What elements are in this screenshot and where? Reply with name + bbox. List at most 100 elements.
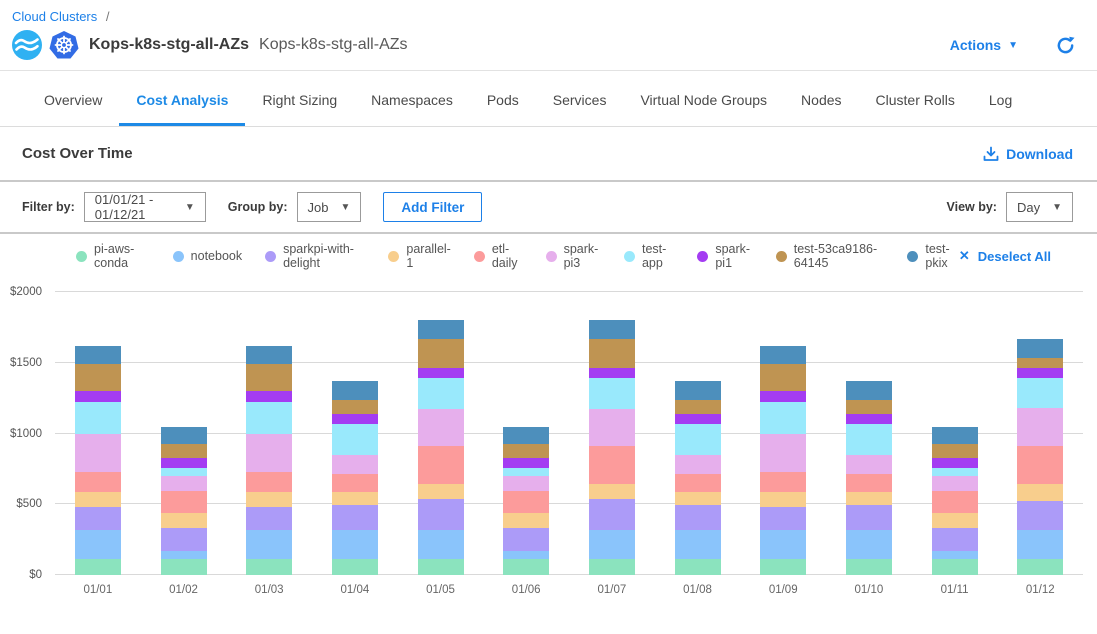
bar-segment-pi-aws-conda	[75, 559, 121, 575]
bar-segment-pi-aws-conda	[161, 559, 207, 575]
bar-segment-etl-daily	[418, 446, 464, 484]
refresh-icon[interactable]	[1056, 36, 1075, 55]
bar-segment-parallel-1	[846, 492, 892, 505]
bar-segment-etl-daily	[75, 472, 121, 492]
cost-over-time-chart: $0$500$1000$1500$2000 01/0101/0201/0301/…	[0, 278, 1097, 596]
legend-item-test-pkix[interactable]: test-pkix	[907, 242, 959, 270]
bar-segment-test-app	[932, 468, 978, 476]
legend-label: spark-pi1	[715, 242, 752, 270]
bar-segment-notebook	[418, 530, 464, 559]
legend-dot	[546, 251, 557, 262]
tab-namespaces[interactable]: Namespaces	[354, 92, 470, 126]
filter-bar: Filter by: 01/01/21 - 01/12/21 ▼ Group b…	[0, 182, 1097, 234]
legend-item-sparkpi-with-delight[interactable]: sparkpi-with-delight	[265, 242, 365, 270]
bar-segment-etl-daily	[246, 472, 292, 492]
bar-segment-test-53ca9186-64145	[932, 444, 978, 457]
bar-segment-spark-pi3	[332, 455, 378, 473]
bar-segment-notebook	[675, 530, 721, 559]
deselect-all-button[interactable]: ✕ Deselect All	[959, 248, 1051, 264]
legend-dot	[697, 251, 708, 262]
bar-column-01/07	[569, 292, 655, 575]
tab-overview[interactable]: Overview	[27, 92, 119, 126]
bar-segment-parallel-1	[75, 492, 121, 507]
legend-item-spark-pi1[interactable]: spark-pi1	[697, 242, 752, 270]
tab-nodes[interactable]: Nodes	[784, 92, 858, 126]
bar-segment-test-app	[760, 402, 806, 435]
bar-segment-sparkpi-with-delight	[932, 528, 978, 551]
bar-segment-spark-pi1	[760, 391, 806, 402]
bar-segment-notebook	[503, 551, 549, 559]
bar-segment-test-53ca9186-64145	[503, 444, 549, 457]
bar-segment-spark-pi1	[161, 458, 207, 468]
chart-plot	[55, 292, 1083, 575]
tab-pods[interactable]: Pods	[470, 92, 536, 126]
bar-segment-spark-pi1	[675, 414, 721, 424]
view-by-select[interactable]: Day ▼	[1006, 192, 1073, 222]
bar-segment-parallel-1	[932, 513, 978, 527]
legend-item-test-53ca9186-64145[interactable]: test-53ca9186-64145	[776, 242, 885, 270]
legend-item-spark-pi3[interactable]: spark-pi3	[546, 242, 601, 270]
x-tick-label: 01/11	[912, 584, 998, 596]
bar-segment-spark-pi1	[75, 391, 121, 402]
ocean-icon	[12, 30, 42, 60]
y-tick-label: $0	[29, 569, 42, 581]
bar-segment-spark-pi3	[418, 409, 464, 446]
y-tick-label: $2000	[10, 286, 42, 298]
bar-segment-parallel-1	[760, 492, 806, 507]
tab-cluster-rolls[interactable]: Cluster Rolls	[859, 92, 972, 126]
download-button[interactable]: Download	[983, 146, 1073, 162]
legend-label: notebook	[191, 249, 242, 263]
legend-dot	[76, 251, 87, 262]
tab-log[interactable]: Log	[972, 92, 1029, 126]
bar-segment-etl-daily	[675, 474, 721, 492]
tab-services[interactable]: Services	[536, 92, 624, 126]
x-tick-label: 01/02	[141, 584, 227, 596]
bar-segment-parallel-1	[589, 484, 635, 499]
bar-segment-pi-aws-conda	[332, 559, 378, 575]
bar-column-01/02	[141, 292, 227, 575]
bar-column-01/08	[655, 292, 741, 575]
x-tick-label: 01/05	[398, 584, 484, 596]
x-tick-label: 01/10	[826, 584, 912, 596]
bar-segment-pi-aws-conda	[932, 559, 978, 575]
tab-virtual-node-groups[interactable]: Virtual Node Groups	[623, 92, 784, 126]
legend-dot	[776, 251, 787, 262]
filter-by-label: Filter by:	[22, 200, 75, 214]
bar-segment-etl-daily	[503, 491, 549, 514]
actions-button[interactable]: Actions ▼	[950, 37, 1018, 53]
y-axis: $0$500$1000$1500$2000	[0, 292, 55, 575]
bar-segment-test-app	[332, 424, 378, 456]
bar-segment-test-app	[1017, 378, 1063, 408]
bar-segment-test-app	[589, 378, 635, 409]
stacked-bar	[161, 427, 207, 576]
legend-item-parallel-1[interactable]: parallel-1	[388, 242, 450, 270]
bar-segment-test-53ca9186-64145	[161, 444, 207, 457]
bar-segment-notebook	[332, 530, 378, 559]
tab-cost-analysis[interactable]: Cost Analysis	[119, 92, 245, 126]
group-by-select[interactable]: Job ▼	[297, 192, 362, 222]
bar-segment-test-53ca9186-64145	[589, 339, 635, 368]
add-filter-button[interactable]: Add Filter	[383, 192, 482, 222]
bar-segment-test-pkix	[589, 320, 635, 339]
cluster-header: Kops-k8s-stg-all-AZs Kops-k8s-stg-all-AZ…	[0, 26, 1097, 70]
bar-segment-test-pkix	[332, 381, 378, 399]
legend-dot	[173, 251, 184, 262]
legend-item-etl-daily[interactable]: etl-daily	[474, 242, 523, 270]
bar-segment-test-pkix	[846, 381, 892, 399]
legend-item-test-app[interactable]: test-app	[624, 242, 674, 270]
y-tick-label: $500	[16, 498, 42, 510]
stacked-bar	[332, 381, 378, 575]
date-range-select[interactable]: 01/01/21 - 01/12/21 ▼	[84, 192, 206, 222]
bar-segment-test-pkix	[418, 320, 464, 339]
legend-label: test-app	[642, 242, 674, 270]
download-icon	[983, 146, 999, 162]
bar-segment-sparkpi-with-delight	[161, 528, 207, 551]
bar-segment-sparkpi-with-delight	[75, 507, 121, 530]
legend-item-pi-aws-conda[interactable]: pi-aws-conda	[76, 242, 150, 270]
legend-item-notebook[interactable]: notebook	[173, 249, 242, 263]
breadcrumb-cloud-clusters-link[interactable]: Cloud Clusters	[12, 9, 97, 24]
bar-segment-parallel-1	[1017, 484, 1063, 501]
stacked-bar	[75, 346, 121, 575]
tab-right-sizing[interactable]: Right Sizing	[245, 92, 354, 126]
breadcrumb: Cloud Clusters /	[0, 0, 1097, 26]
